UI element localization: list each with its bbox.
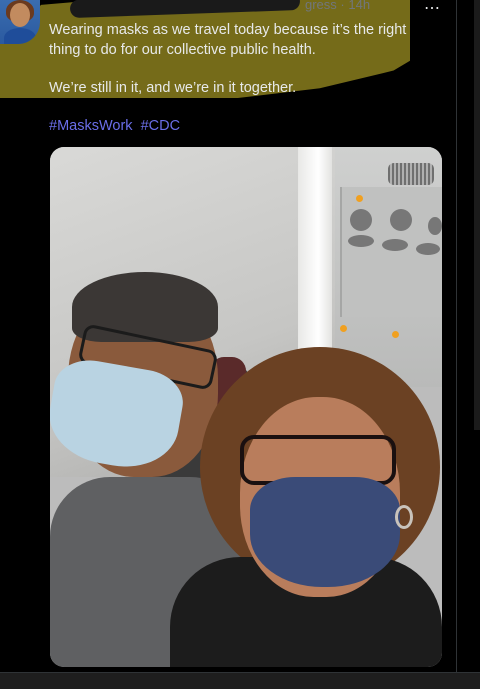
scrollbar[interactable] — [474, 0, 480, 430]
avatar-body — [4, 28, 36, 44]
amber-indicator — [356, 195, 363, 202]
air-vent — [428, 217, 442, 235]
tweet-photo[interactable] — [50, 147, 442, 667]
bottom-bar — [0, 672, 480, 689]
more-options-icon[interactable]: ⋯ — [424, 0, 441, 18]
woman-face-mask — [250, 477, 400, 587]
amber-indicator — [340, 325, 347, 332]
tweet-meta: gress · 14h — [305, 0, 370, 12]
reading-light — [348, 235, 374, 247]
tweet-text-paragraph-2: We’re still in it, and we’re in it toget… — [49, 80, 297, 96]
hashtag-cdc[interactable]: #CDC — [141, 118, 180, 134]
hashtag-maskswork[interactable]: #MasksWork — [49, 118, 133, 134]
tweet-text-paragraph-1: Wearing masks as we travel today because… — [49, 22, 407, 58]
air-vent — [350, 209, 372, 231]
amber-indicator — [392, 331, 399, 338]
reading-light — [382, 239, 408, 251]
author-avatar[interactable] — [0, 0, 40, 44]
reading-light — [416, 243, 440, 255]
tweet-hashtags: #MasksWork #CDC — [49, 118, 184, 134]
air-vent — [390, 209, 412, 231]
speaker-grille — [388, 163, 434, 185]
tweet-timestamp[interactable]: · 14h — [340, 0, 370, 12]
earring — [395, 505, 413, 529]
tweet-meta-partial: gress — [305, 0, 337, 12]
column-divider — [456, 0, 457, 688]
avatar-face — [10, 3, 30, 27]
